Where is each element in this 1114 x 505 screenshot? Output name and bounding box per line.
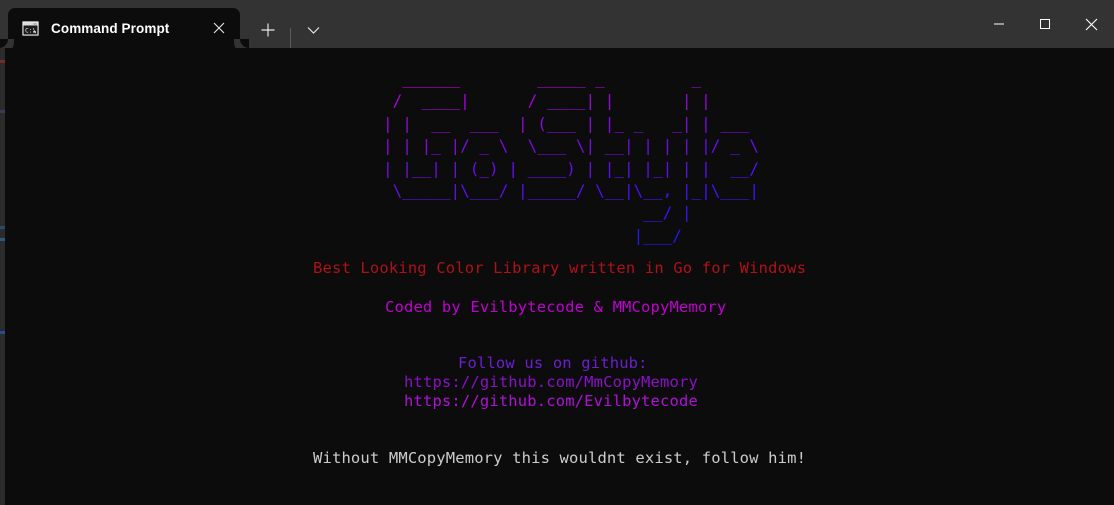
ascii-line: \_____|\___/ |_____/ \__|\__, |_|\___| xyxy=(392,180,759,200)
ascii-line: | | |_ |/ _ \ \___ \| __| | | | |/ _ \ xyxy=(383,136,759,156)
tab-strip: C:\ Command Prompt xyxy=(0,0,331,48)
chevron-down-icon xyxy=(307,26,319,34)
tabstrip-separator xyxy=(290,28,291,48)
ascii-line: __/ | xyxy=(643,203,692,223)
tagline-text: Best Looking Color Library written in Go… xyxy=(313,259,807,277)
gostyle-ascii-logo: ______ _____ _ _ / ____| / ____| | | | |… xyxy=(383,68,759,247)
window-caption-buttons xyxy=(976,0,1114,48)
ascii-line: | |__| | (_) | ____) | |_| |_| | | __/ xyxy=(383,158,759,178)
minimize-icon xyxy=(994,23,1004,25)
title-bar: C:\ Command Prompt xyxy=(0,0,1114,48)
github-url-evilbytecode[interactable]: https://github.com/Evilbytecode xyxy=(404,392,698,411)
ascii-line: / ____| / ____| | | | xyxy=(392,91,711,111)
close-icon xyxy=(213,22,225,34)
svg-text:C:\: C:\ xyxy=(25,27,36,34)
window-close-button[interactable] xyxy=(1068,0,1114,48)
ascii-line: | | __ ___ | (___ | |_ _ _| | ___ xyxy=(383,113,750,133)
terminal-window: C:\ Command Prompt ______ _____ _ _ / __… xyxy=(0,0,1114,505)
maximize-button[interactable] xyxy=(1022,0,1068,48)
credits-text: Coded by Evilbytecode & MMCopyMemory xyxy=(385,298,727,316)
terminal-body[interactable]: ______ _____ _ _ / ____| / ____| | | | |… xyxy=(0,48,1114,505)
terminal-output: ______ _____ _ _ / ____| / ____| | | | |… xyxy=(0,48,1114,505)
minimize-button[interactable] xyxy=(976,0,1022,48)
github-url-mmcopymemory[interactable]: https://github.com/MmCopyMemory xyxy=(404,373,698,392)
tab-dropdown-button[interactable] xyxy=(295,12,331,48)
tab-title: Command Prompt xyxy=(51,20,170,36)
thanks-text: Without MMCopyMemory this wouldnt exist,… xyxy=(313,449,807,467)
plus-icon xyxy=(261,23,275,37)
close-icon xyxy=(1085,18,1097,30)
ascii-line: ______ _____ _ _ xyxy=(402,69,702,88)
maximize-icon xyxy=(1040,19,1050,29)
tab-close-button[interactable] xyxy=(204,13,234,43)
tab-command-prompt[interactable]: C:\ Command Prompt xyxy=(0,8,249,48)
command-prompt-icon: C:\ xyxy=(22,20,39,37)
new-tab-button[interactable] xyxy=(250,12,286,48)
ascii-line: |___/ xyxy=(633,225,682,245)
follow-heading-text: Follow us on github: xyxy=(458,354,648,372)
